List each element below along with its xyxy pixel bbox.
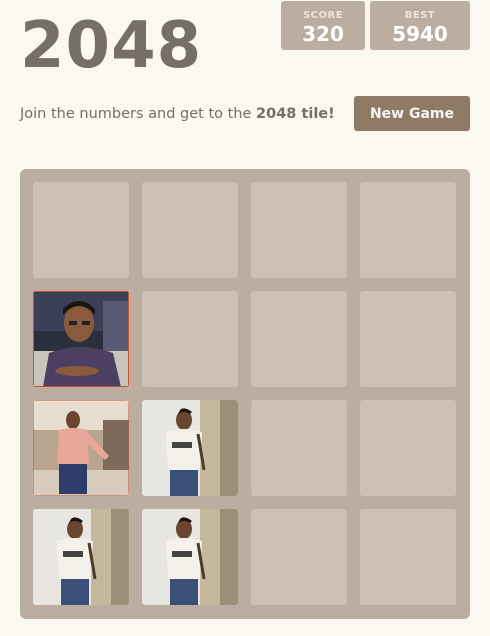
grid-cell <box>251 182 347 278</box>
photo-tile-man-white-tshirt-doorway <box>142 509 238 605</box>
grid-cell <box>251 291 347 387</box>
game-page: 2048 SCORE 320 BEST 5940 Join the number… <box>0 0 490 636</box>
grid-cell <box>142 182 238 278</box>
photo-tile-man-white-tshirt-doorway <box>142 400 238 496</box>
photo-tile-man-pink-shirt-standing <box>33 400 129 496</box>
grid-cell <box>360 182 456 278</box>
intro-text: Join the numbers and get to the <box>20 106 257 122</box>
intro-highlight: 2048 tile! <box>256 106 335 122</box>
grid-cell <box>360 509 456 605</box>
grid-cell <box>142 291 238 387</box>
best-value: 5940 <box>392 22 448 46</box>
game-board[interactable] <box>20 169 470 619</box>
new-game-button[interactable]: New Game <box>354 96 470 131</box>
score-container: SCORE 320 <box>281 1 365 50</box>
photo-tile-man-white-tshirt-doorway <box>33 509 129 605</box>
photo-tile-man-purple-shirt-selfie <box>33 291 129 387</box>
grid-cell <box>251 400 347 496</box>
grid-cell <box>251 509 347 605</box>
score-value: 320 <box>302 22 344 46</box>
game-intro: Join the numbers and get to the 2048 til… <box>20 104 335 124</box>
best-label: BEST <box>404 10 436 21</box>
grid-cell <box>360 400 456 496</box>
best-container: BEST 5940 <box>370 1 470 50</box>
score-label: SCORE <box>302 10 344 21</box>
grid-cell <box>33 182 129 278</box>
grid-cell <box>360 291 456 387</box>
game-title: 2048 <box>20 9 203 83</box>
